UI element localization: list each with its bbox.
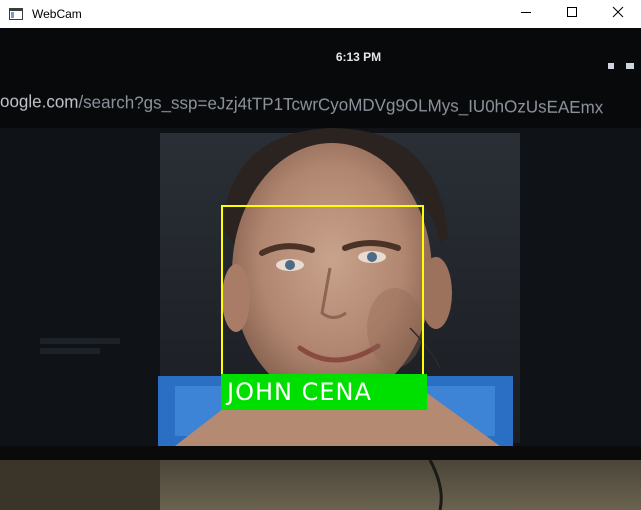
close-icon xyxy=(612,5,624,23)
webcam-window: WebCam 6:13 PM oogle.com/search?gs_ssp=e… xyxy=(0,0,641,510)
face-label: JOHN CENA xyxy=(221,374,427,410)
app-window-icon xyxy=(8,6,24,22)
minimize-icon xyxy=(520,5,532,23)
close-button[interactable] xyxy=(595,0,641,28)
window-title: WebCam xyxy=(32,7,82,21)
minimize-button[interactable] xyxy=(503,0,549,28)
webcam-feed: 6:13 PM oogle.com/search?gs_ssp=eJzj4tTP… xyxy=(0,28,641,510)
screen-clock: 6:13 PM xyxy=(335,50,382,64)
url-domain: oogle.com xyxy=(0,91,79,112)
url-path: /search?gs_ssp=eJzj4tTP1TcwrCyoMDVg9OLMy… xyxy=(78,91,604,118)
maximize-icon xyxy=(566,5,578,23)
title-bar[interactable]: WebCam xyxy=(0,0,641,28)
maximize-button[interactable] xyxy=(549,0,595,28)
